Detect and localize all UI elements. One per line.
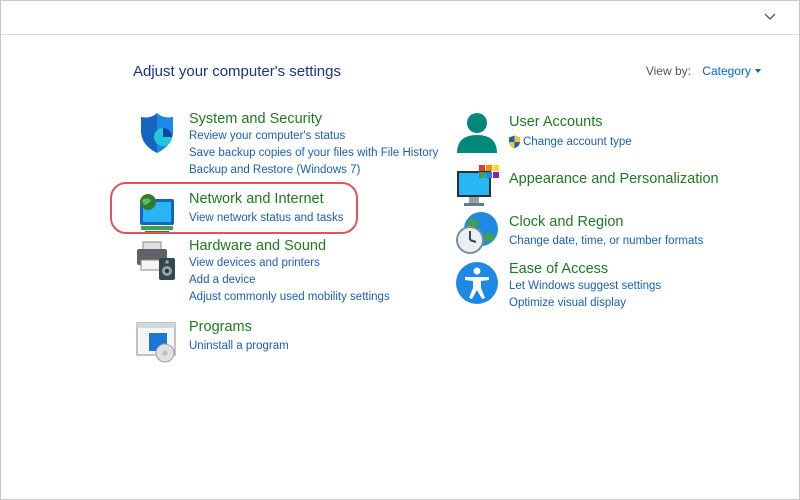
devices-printers-link[interactable]: View devices and printers: [189, 257, 320, 269]
system-security-title[interactable]: System and Security: [189, 111, 322, 127]
view-by-label: View by:: [645, 64, 691, 78]
date-time-formats-link[interactable]: Change date, time, or number formats: [509, 235, 703, 247]
view-by-dropdown[interactable]: Category: [702, 64, 761, 78]
dropdown-caret-icon: [755, 69, 761, 73]
accessibility-icon[interactable]: [455, 261, 499, 305]
category-appearance: Appearance and Personalization: [455, 165, 755, 209]
review-status-link[interactable]: Review your computer's status: [189, 130, 345, 142]
view-by-value: Category: [702, 64, 751, 78]
address-bar: [1, 1, 799, 35]
chevron-down-icon[interactable]: [763, 12, 777, 22]
view-by-control: View by: Category: [646, 64, 761, 78]
hardware-sound-title[interactable]: Hardware and Sound: [189, 238, 326, 254]
uninstall-program-link[interactable]: Uninstall a program: [189, 340, 289, 352]
clock-globe-icon[interactable]: [455, 211, 499, 255]
clock-region-title[interactable]: Clock and Region: [509, 214, 623, 230]
printer-speaker-icon[interactable]: [135, 238, 179, 282]
add-device-link[interactable]: Add a device: [189, 274, 256, 286]
page-title: Adjust your computer's settings: [133, 63, 341, 80]
programs-title[interactable]: Programs: [189, 319, 252, 335]
programs-disc-icon[interactable]: [135, 319, 179, 363]
control-panel-window: Adjust your computer's settings View by:…: [0, 0, 800, 500]
category-user-accounts: User Accounts Change account type: [455, 111, 755, 157]
file-history-link[interactable]: Save backup copies of your files with Fi…: [189, 147, 438, 159]
ease-of-access-title[interactable]: Ease of Access: [509, 261, 608, 277]
category-clock-region: Clock and Region Change date, time, or n…: [455, 211, 755, 257]
suggest-settings-link[interactable]: Let Windows suggest settings: [509, 280, 661, 292]
network-globe-icon[interactable]: [135, 191, 179, 235]
change-account-type-link[interactable]: Change account type: [523, 136, 632, 148]
network-internet-title[interactable]: Network and Internet: [189, 191, 324, 207]
monitor-palette-icon[interactable]: [455, 165, 499, 209]
user-accounts-title[interactable]: User Accounts: [509, 114, 603, 130]
mobility-settings-link[interactable]: Adjust commonly used mobility settings: [189, 291, 390, 303]
category-network-internet: Network and Internet View network status…: [135, 191, 355, 234]
appearance-title[interactable]: Appearance and Personalization: [509, 171, 719, 187]
uac-shield-icon: [509, 135, 520, 149]
category-programs: Programs Uninstall a program: [135, 319, 355, 363]
shield-icon[interactable]: [135, 111, 179, 155]
backup-restore-link[interactable]: Backup and Restore (Windows 7): [189, 164, 360, 176]
user-icon[interactable]: [455, 111, 499, 155]
category-ease-of-access: Ease of Access Let Windows suggest setti…: [455, 261, 755, 311]
optimize-display-link[interactable]: Optimize visual display: [509, 297, 626, 309]
category-system-security: System and Security Review your computer…: [135, 111, 455, 181]
category-hardware-sound: Hardware and Sound View devices and prin…: [135, 238, 455, 308]
network-status-link[interactable]: View network status and tasks: [189, 212, 343, 224]
